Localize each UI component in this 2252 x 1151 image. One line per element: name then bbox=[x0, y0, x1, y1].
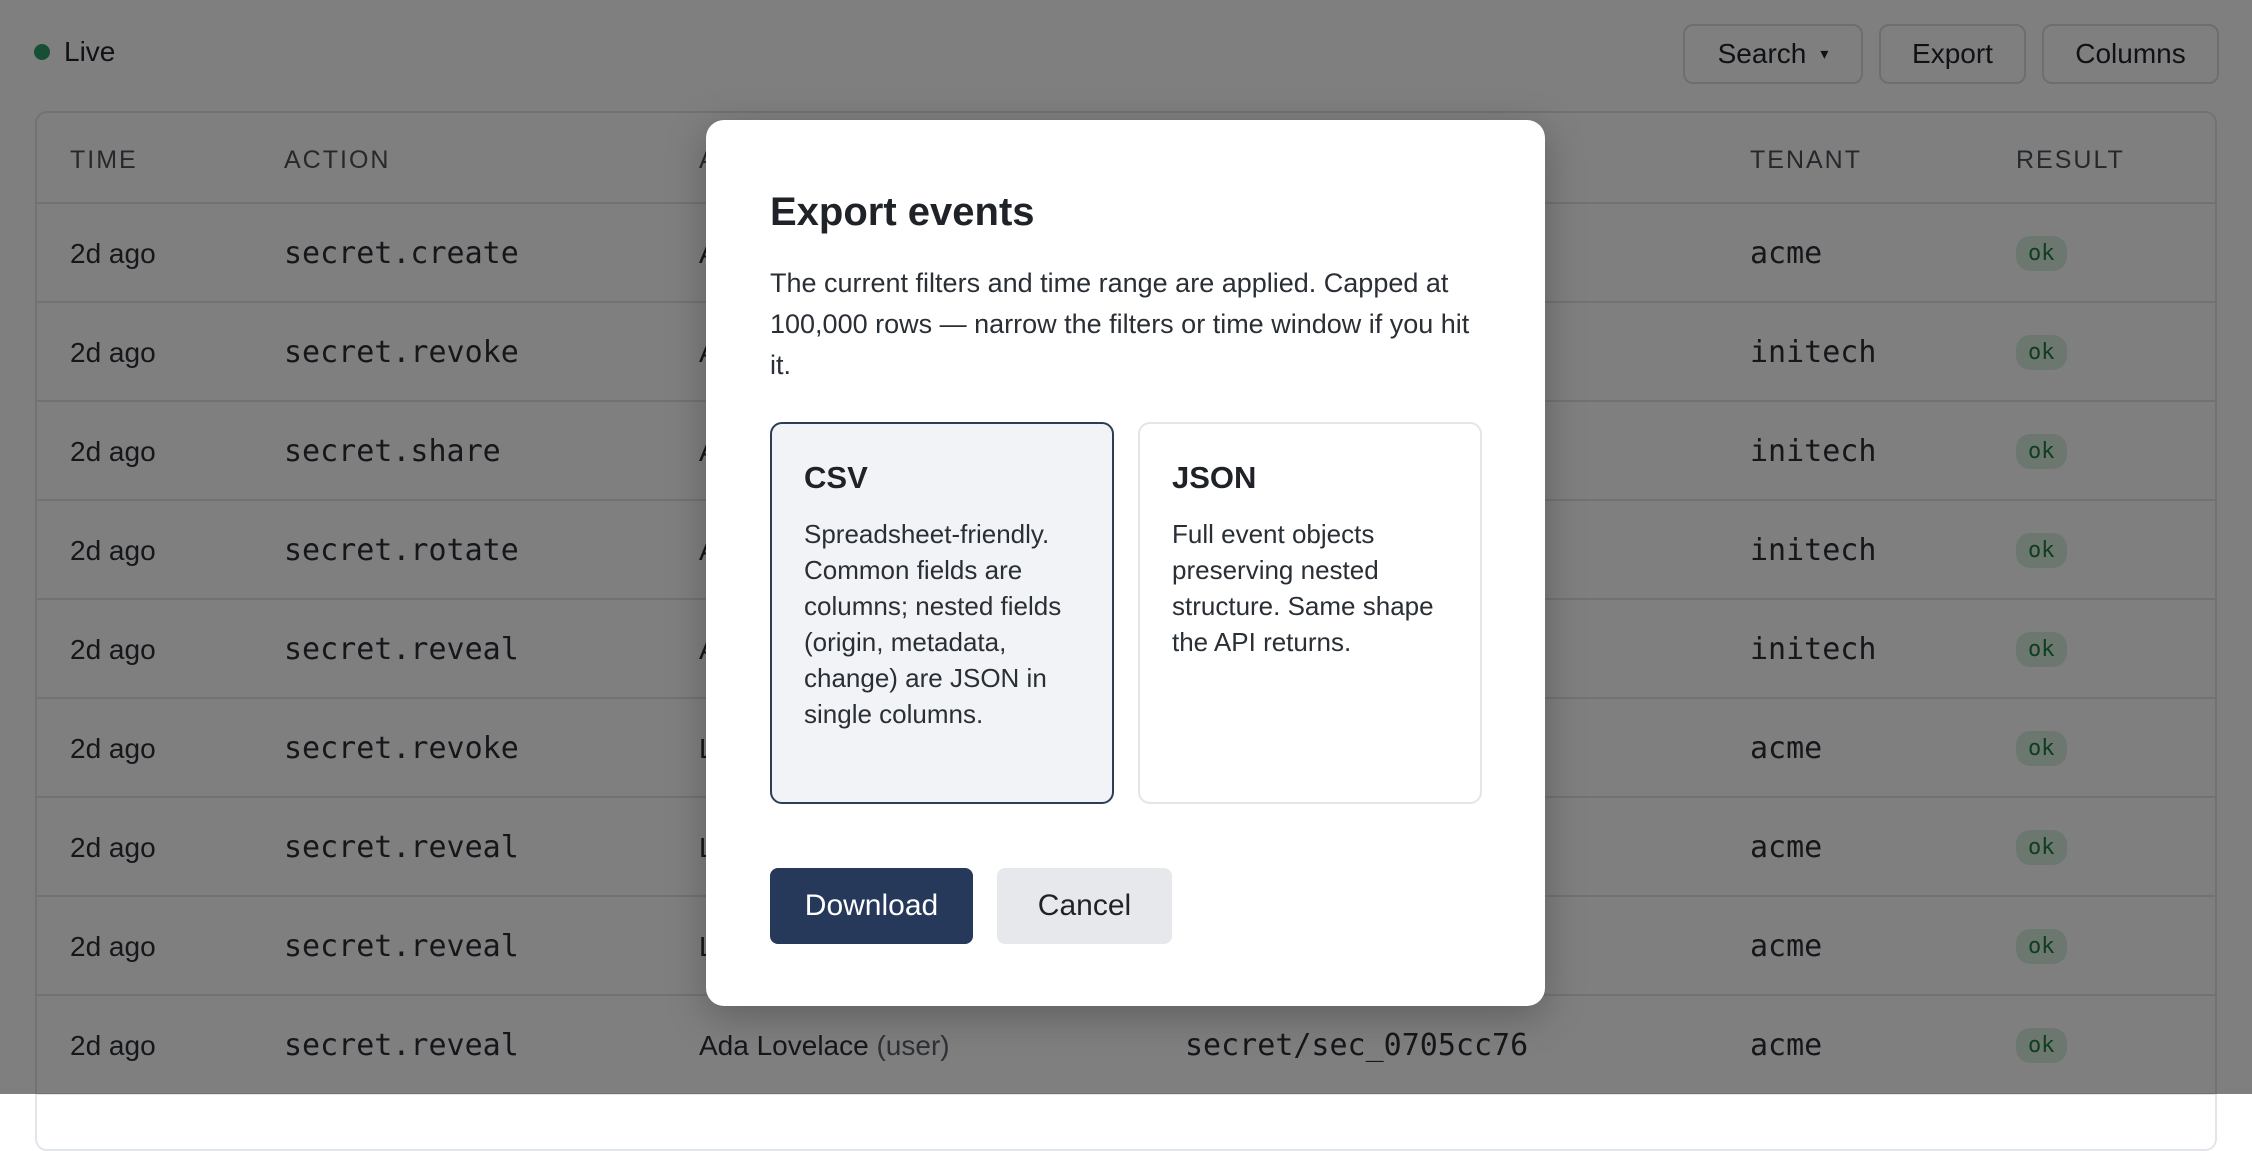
cancel-button[interactable]: Cancel bbox=[997, 868, 1172, 944]
dialog-description: The current filters and time range are a… bbox=[770, 268, 1470, 380]
format-option-description: Spreadsheet-friendly. Common fields are … bbox=[804, 519, 1062, 729]
format-option-title: CSV bbox=[804, 460, 868, 495]
export-dialog: Export events The current filters and ti… bbox=[706, 120, 1545, 1006]
format-option-description: Full event objects preserving nested str… bbox=[1172, 519, 1434, 657]
format-option-csv[interactable]: CSV Spreadsheet-friendly. Common fields … bbox=[770, 422, 1114, 804]
format-option-title: JSON bbox=[1172, 460, 1257, 495]
dialog-title: Export events bbox=[770, 190, 1035, 234]
download-button[interactable]: Download bbox=[770, 868, 973, 944]
format-option-json[interactable]: JSON Full event objects preserving neste… bbox=[1138, 422, 1482, 804]
